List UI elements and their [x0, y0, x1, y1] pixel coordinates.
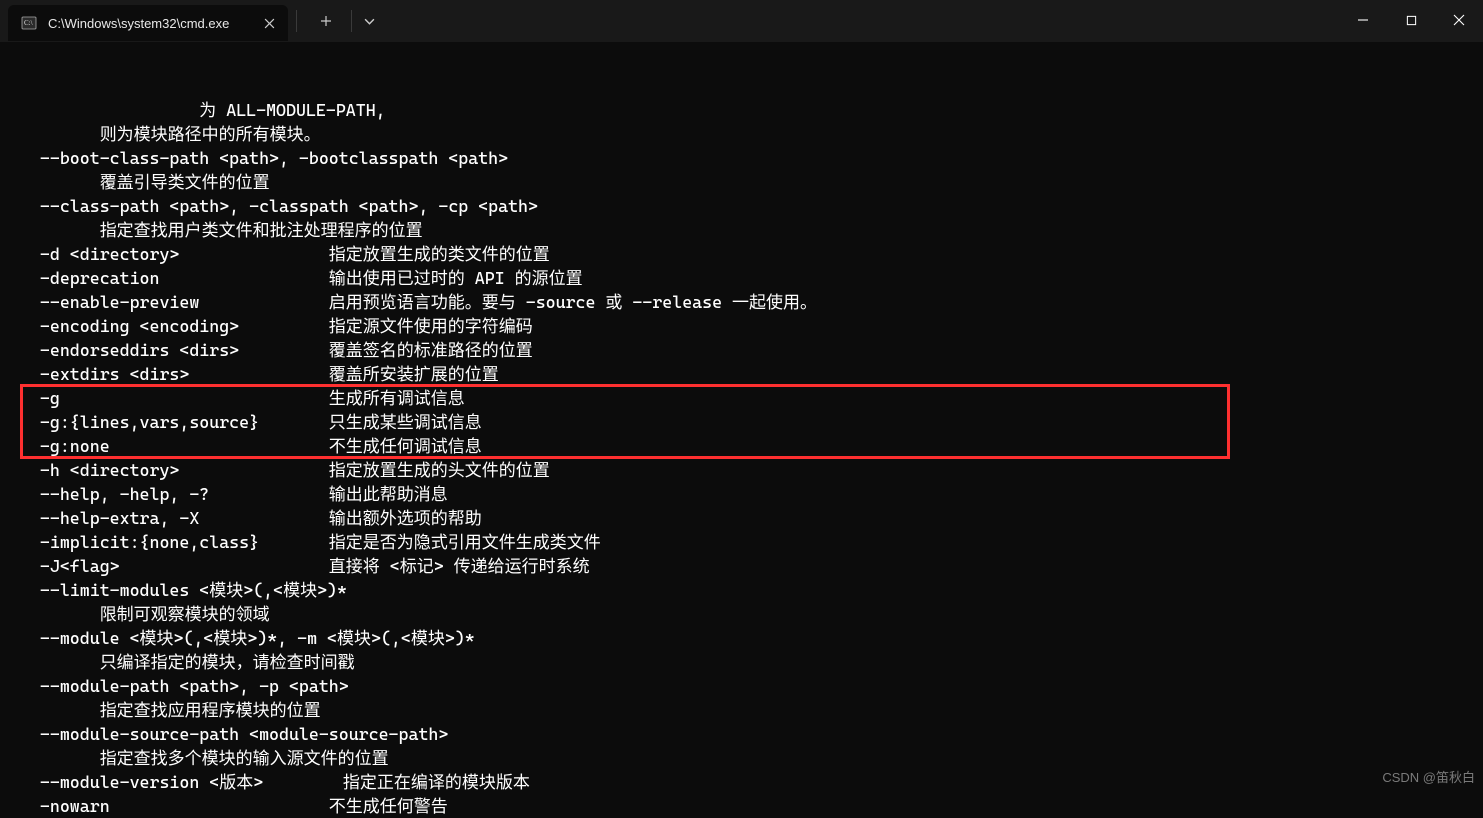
terminal-line: -implicit:{none,class} 指定是否为隐式引用文件生成类文件 [20, 530, 1463, 554]
terminal-line: --help-extra, -X 输出额外选项的帮助 [20, 506, 1463, 530]
terminal-line: -nowarn 不生成任何警告 [20, 794, 1463, 818]
terminal-line: -h <directory> 指定放置生成的头文件的位置 [20, 458, 1463, 482]
terminal-line: --help, -help, -? 输出此帮助消息 [20, 482, 1463, 506]
terminal-line: 则为模块路径中的所有模块。 [20, 122, 1463, 146]
active-tab[interactable]: C:\ C:\Windows\system32\cmd.exe [8, 5, 288, 41]
window-controls [1339, 0, 1483, 42]
close-button[interactable] [1435, 0, 1483, 40]
terminal-line: --class-path <path>, -classpath <path>, … [20, 194, 1463, 218]
terminal-line: -g:{lines,vars,source} 只生成某些调试信息 [20, 410, 1463, 434]
tab-separator [296, 10, 297, 32]
new-tab-button[interactable] [309, 4, 343, 38]
terminal-line: --module <模块>(,<模块>)*, -m <模块>(,<模块>)* [20, 626, 1463, 650]
terminal-line: 指定查找多个模块的输入源文件的位置 [20, 746, 1463, 770]
minimize-button[interactable] [1339, 0, 1387, 40]
tab-close-button[interactable] [260, 14, 278, 32]
terminal-line: -encoding <encoding> 指定源文件使用的字符编码 [20, 314, 1463, 338]
terminal-line: -extdirs <dirs> 覆盖所安装扩展的位置 [20, 362, 1463, 386]
terminal-line: -g 生成所有调试信息 [20, 386, 1463, 410]
terminal-line: -endorseddirs <dirs> 覆盖签名的标准路径的位置 [20, 338, 1463, 362]
terminal-line: --module-path <path>, -p <path> [20, 674, 1463, 698]
cmd-icon: C:\ [20, 14, 38, 32]
maximize-button[interactable] [1387, 0, 1435, 40]
terminal-line: 覆盖引导类文件的位置 [20, 170, 1463, 194]
terminal-line: 指定查找应用程序模块的位置 [20, 698, 1463, 722]
watermark: CSDN @笛秋白 [1382, 767, 1475, 786]
terminal-line: --boot-class-path <path>, -bootclasspath… [20, 146, 1463, 170]
terminal-line: --module-version <版本> 指定正在编译的模块版本 [20, 770, 1463, 794]
svg-text:C:\: C:\ [24, 19, 33, 27]
titlebar: C:\ C:\Windows\system32\cmd.exe [0, 0, 1483, 42]
terminal-line: --module-source-path <module-source-path… [20, 722, 1463, 746]
tab-dropdown-button[interactable] [354, 4, 384, 38]
terminal-line: 限制可观察模块的领域 [20, 602, 1463, 626]
terminal-line: --enable-preview 启用预览语言功能。要与 -source 或 -… [20, 290, 1463, 314]
terminal-line: -deprecation 输出使用已过时的 API 的源位置 [20, 266, 1463, 290]
tab-title: C:\Windows\system32\cmd.exe [48, 16, 250, 31]
terminal-line: --limit-modules <模块>(,<模块>)* [20, 578, 1463, 602]
terminal-line: -d <directory> 指定放置生成的类文件的位置 [20, 242, 1463, 266]
terminal-line: -J<flag> 直接将 <标记> 传递给运行时系统 [20, 554, 1463, 578]
terminal-line: 只编译指定的模块，请检查时间戳 [20, 650, 1463, 674]
terminal-line: -g:none 不生成任何调试信息 [20, 434, 1463, 458]
terminal-line: 为 ALL-MODULE-PATH, [20, 98, 1463, 122]
tab-separator-2 [351, 10, 352, 32]
terminal-line: 指定查找用户类文件和批注处理程序的位置 [20, 218, 1463, 242]
terminal-output[interactable]: 为 ALL-MODULE-PATH, 则为模块路径中的所有模块。 --boot-… [0, 42, 1483, 818]
